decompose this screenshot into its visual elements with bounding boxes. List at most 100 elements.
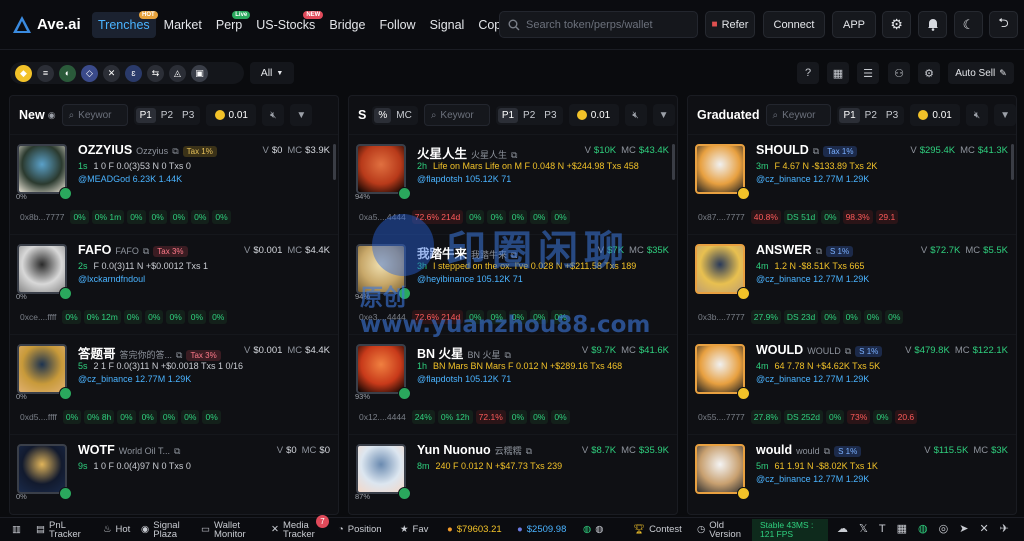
filters-button[interactable]: ☰	[857, 62, 879, 84]
column-scrollbar[interactable]	[672, 144, 675, 180]
token-name[interactable]: OZZYIUS Ozzyius ⧉ Tax 1%	[78, 143, 217, 157]
list-chain-icon[interactable]: ≡	[37, 64, 54, 82]
filter-button[interactable]: ▼	[652, 104, 675, 126]
token-name[interactable]: 火星人生 火星人生 ⧉	[417, 143, 517, 162]
token-card[interactable]: SHOULD ⧉ Tax 1% V $295.4K MC $41.3K 3m F 4.67 N …	[688, 134, 1016, 234]
copy-icon[interactable]: ⧉	[511, 150, 517, 161]
token-card[interactable]: 0% OZZYIUS Ozzyius ⧉ Tax 1% V $0 MC $3.9K 1s 1 0 F…	[10, 134, 338, 234]
coin-icon[interactable]: ◍	[918, 524, 928, 535]
contract-address[interactable]: 0x12....4444	[359, 412, 406, 422]
token-avatar[interactable]	[356, 444, 406, 494]
users-button[interactable]: ⚇	[888, 62, 910, 84]
wallet-monitor-button[interactable]: ▭ Wallet Monitor	[201, 520, 254, 539]
token-card[interactable]: ANSWER ⧉ S 1% V $72.7K MC $5.5K 4m 1.2 N -$8.51K…	[688, 234, 1016, 334]
contract-address[interactable]: 0x3b....7777	[698, 312, 745, 322]
token-avatar[interactable]	[17, 144, 67, 194]
base-chain-icon[interactable]: ◐	[59, 64, 76, 82]
page-p3[interactable]: P3	[882, 108, 902, 123]
token-card[interactable]: 0% 答题哥 答完你的答... ⧉ Tax 3% V $0.001 MC $4.4K 5s 2 1 …	[10, 334, 338, 434]
creator-row[interactable]: @flapdotsh 105.12K 71	[417, 174, 511, 184]
token-name[interactable]: BN 火星 BN 火星 ⧉	[417, 343, 511, 362]
token-avatar[interactable]	[695, 444, 745, 494]
creator-row[interactable]: @cz_binance 12.77M 1.29K	[756, 174, 869, 184]
chain-filter-select[interactable]: All ▼	[250, 62, 294, 84]
token-card[interactable]: 0% WOTF World Oil T... ⧉ V $0 MC $0 9s 1 0 F 0.0(…	[10, 434, 338, 514]
page-p1[interactable]: P1	[135, 107, 156, 123]
token-avatar[interactable]	[17, 344, 67, 394]
buy-amount[interactable]: 0.01	[568, 104, 619, 126]
token-card[interactable]: 94% 火星人生 火星人生 ⧉ V $10K MC $43.4K 2h Life on Mars …	[349, 134, 677, 234]
contract-address[interactable]: 0xce....ffff	[20, 312, 56, 322]
filter-button[interactable]: ▼	[994, 104, 1016, 126]
token-card[interactable]: WOULD WOULD ⧉ S 1% V $479.8K MC $122.1K 4m 64 7.7…	[688, 334, 1016, 434]
pill-icons[interactable]: ◍ ◍	[583, 525, 604, 535]
page-p3[interactable]: P3	[540, 108, 560, 123]
token-card[interactable]: 0% FAFO FAFO ⧉ Tax 3% V $0.001 MC $4.4K 2s F 0.0(3…	[10, 234, 338, 334]
sidebar-toggle[interactable]: ▥	[12, 525, 21, 535]
more-icon[interactable]: ⋮	[1020, 524, 1024, 535]
tv-icon[interactable]: T	[879, 524, 886, 535]
contract-address[interactable]: 0x55....7777	[698, 412, 745, 422]
token-name[interactable]: WOULD WOULD ⧉ S 1%	[756, 343, 883, 357]
token-avatar[interactable]	[695, 244, 745, 294]
creator-row[interactable]: @cz_binance 12.77M 1.29K	[78, 374, 191, 384]
nav-item-us-stocks[interactable]: US-Stocks NEW	[250, 10, 324, 38]
creator-row[interactable]: @heyibinance 105.12K 71	[417, 274, 523, 284]
token-avatar[interactable]	[356, 344, 406, 394]
contract-address[interactable]: 0xd5....ffff	[20, 412, 57, 422]
token-card[interactable]: 87% Yun Nuonuo 云糯糯 ⧉ V $8.7K MC $35.9K 8m 240 F 0…	[349, 434, 677, 514]
contest-button[interactable]: 🏆︎ Contest	[633, 525, 682, 535]
token-avatar[interactable]	[695, 144, 745, 194]
notifications-button[interactable]	[918, 11, 947, 38]
refer-button[interactable]: ■ Refer	[705, 11, 755, 38]
token-name[interactable]: SHOULD ⧉ Tax 1%	[756, 143, 858, 157]
nav-item-follow[interactable]: Follow	[373, 12, 421, 38]
token-avatar[interactable]	[17, 444, 67, 494]
token-card[interactable]: would would ⧉ S 1% V $115.5K MC $3K 5m 61 1.91 N …	[688, 434, 1016, 514]
column-scrollbar[interactable]	[333, 144, 336, 180]
keyword-search[interactable]: ⌕ Keywor	[61, 104, 128, 126]
copy-icon[interactable]: ⧉	[143, 246, 149, 257]
grid-icon[interactable]: ▦	[897, 524, 907, 535]
token-name[interactable]: WOTF World Oil T... ⧉	[78, 443, 180, 457]
fav-button[interactable]: ★ Fav	[400, 525, 428, 535]
mute-button[interactable]: 🔇︎	[966, 104, 989, 126]
old-version-button[interactable]: ◷ Old Version	[697, 520, 743, 539]
filter-button[interactable]: ▼	[290, 104, 313, 126]
signal-plaza-button[interactable]: ◉ Signal Plaza	[141, 520, 185, 539]
creator-row[interactable]: @cz_binance 12.77M 1.29K	[756, 374, 869, 384]
theme-toggle[interactable]: ☾	[954, 11, 983, 38]
position-button[interactable]: ◔ Position	[338, 525, 382, 535]
token-avatar[interactable]	[356, 244, 406, 294]
contract-address[interactable]: 0x8b...7777	[20, 212, 64, 222]
nav-item-bridge[interactable]: Bridge	[323, 12, 371, 38]
eye-icon[interactable]: ◉	[48, 110, 56, 121]
eth-chain-icon[interactable]: ◇	[81, 64, 98, 82]
arbitrum-chain-icon[interactable]: ▣	[191, 64, 208, 82]
x-social-icon[interactable]: ✕	[979, 524, 988, 535]
nav-item-market[interactable]: Market	[158, 12, 208, 38]
creator-row[interactable]: @flapdotsh 105.12K 71	[417, 374, 511, 384]
nav-item-perp[interactable]: Perp Live	[210, 10, 251, 38]
media-tracker-button[interactable]: ✕ Media Tracker 7	[271, 514, 329, 539]
copy-icon[interactable]: ⧉	[526, 446, 532, 457]
pnl-tracker-button[interactable]: ▤ PnL Tracker	[36, 520, 83, 539]
keyword-search[interactable]: ⌕ Keywor	[765, 104, 832, 126]
token-card[interactable]: 94% 我踏牛来 我踏牛来 ⧉ V $7K MC $35K 3h I stepped on the…	[349, 234, 677, 334]
page-p2[interactable]: P2	[157, 108, 177, 123]
sui-chain-icon[interactable]: ⇆	[147, 64, 164, 82]
creator-row[interactable]: @cz_binance 12.77M 1.29K	[756, 274, 869, 284]
creator-row[interactable]: @lxckarndfndoul	[78, 274, 145, 284]
mc-toggle[interactable]: MC	[392, 108, 416, 123]
hot-button[interactable]: ♨ Hot	[103, 525, 130, 535]
page-p1[interactable]: P1	[839, 107, 860, 123]
copy-icon[interactable]: ⧉	[824, 446, 830, 457]
copy-icon[interactable]: ⧉	[176, 350, 182, 361]
copy-icon[interactable]: ⧉	[511, 250, 517, 261]
settings-button[interactable]: ⚙	[882, 11, 911, 38]
cloud-icon[interactable]: ☁	[837, 524, 848, 535]
token-name[interactable]: FAFO FAFO ⧉ Tax 3%	[78, 243, 188, 257]
buy-amount[interactable]: 0.01	[206, 104, 257, 126]
token-card[interactable]: 93% BN 火星 BN 火星 ⧉ V $9.7K MC $41.6K 1h BN Mars BN…	[349, 334, 677, 434]
x-twitter-icon[interactable]: 𝕏	[859, 524, 868, 535]
